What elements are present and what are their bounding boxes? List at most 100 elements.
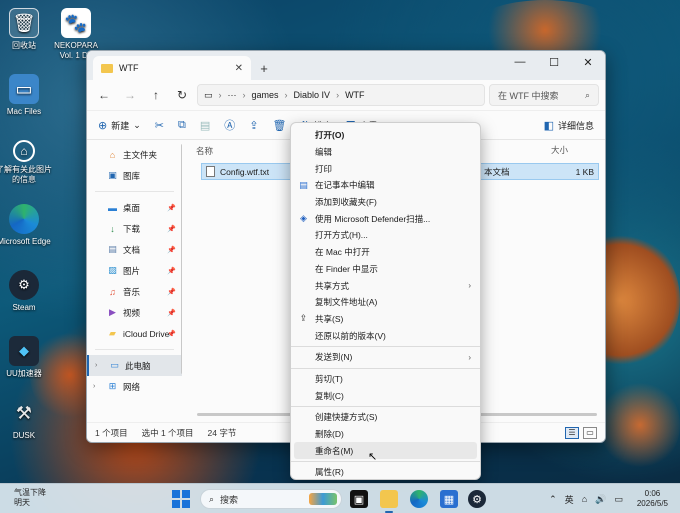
nav-label: iCloud Drive	[123, 328, 170, 339]
new-button[interactable]: ⊕ 新建 ⌄	[95, 114, 144, 136]
context-menu-item[interactable]: ⇪ 共享(S)	[291, 311, 480, 328]
ime-indicator[interactable]: 英	[565, 493, 574, 506]
divider	[95, 191, 174, 192]
store-taskbar-icon[interactable]: ▦	[440, 490, 458, 508]
desktop-icon-edge[interactable]: Microsoft Edge	[0, 204, 52, 247]
context-menu-item[interactable]: 添加到收藏夹(F)	[291, 194, 480, 211]
desktop-icon-mac-files[interactable]: ▭ Mac Files	[0, 74, 52, 117]
details-view-icon[interactable]: ☰	[565, 426, 579, 439]
menu-separator	[291, 406, 480, 407]
desktop-icon-steam[interactable]: ⚙ Steam	[0, 270, 52, 313]
address-bar[interactable]: ▭ › ··· › games › Diablo IV › WTF	[197, 84, 485, 106]
task-view-icon[interactable]: ▣	[350, 490, 368, 508]
nav-item-documents[interactable]: ▤ 文档 📌	[87, 239, 182, 260]
close-icon[interactable]: ✕	[571, 51, 605, 73]
context-menu-item[interactable]: 复制(C)	[291, 387, 480, 404]
context-menu-item[interactable]: 还原以前的版本(V)	[291, 327, 480, 344]
details-pane-button[interactable]: ◧ 详细信息	[541, 114, 597, 136]
nav-item-this-pc[interactable]: › ▭ 此电脑	[87, 355, 182, 376]
nav-item-videos[interactable]: ▶ 视频 📌	[87, 302, 182, 323]
share-button[interactable]: ⇪	[246, 114, 261, 136]
edge-taskbar-icon[interactable]	[410, 490, 428, 508]
cut-button[interactable]: ✂	[152, 114, 167, 136]
context-menu-item[interactable]: 打印	[291, 160, 480, 177]
menu-item-label: 使用 Microsoft Defender扫描...	[315, 213, 431, 224]
battery-icon[interactable]: ▭	[614, 494, 623, 505]
context-menu-item[interactable]: ◈ 使用 Microsoft Defender扫描...	[291, 210, 480, 227]
pin-icon: 📌	[167, 309, 176, 317]
breadcrumb-games[interactable]: games	[252, 90, 279, 100]
volume-icon[interactable]: 🔊	[595, 494, 606, 505]
pin-icon: 📌	[167, 288, 176, 296]
share-icon: ⇪	[249, 119, 259, 132]
context-menu-item[interactable]: 打开方式(H)...	[291, 227, 480, 244]
context-menu-item[interactable]: 编辑	[291, 144, 480, 161]
desktop-icon-recycle-bin[interactable]: 🗑 回收站	[0, 8, 52, 51]
chevron-right-icon[interactable]: ›	[93, 383, 95, 390]
search-input[interactable]: 在 WTF 中搜索 ⌕	[489, 84, 599, 106]
menu-item-label: 添加到收藏夹(F)	[315, 197, 377, 208]
home-icon: ⌂	[109, 149, 116, 160]
weather-widget[interactable]: 气温下降 明天	[14, 488, 46, 508]
pin-icon: 📌	[167, 267, 176, 275]
context-menu-item[interactable]: 在 Finder 中显示	[291, 261, 480, 278]
menu-separator	[291, 345, 480, 347]
context-menu-item[interactable]: ▤ 在记事本中编辑	[291, 177, 480, 194]
chevron-up-icon[interactable]: ⌃	[549, 494, 557, 505]
network-icon[interactable]: ⌂	[582, 494, 587, 504]
nav-item-gallery[interactable]: ▣ 图库	[87, 165, 182, 186]
context-menu-item[interactable]: 删除(D)	[291, 426, 480, 443]
forward-arrow-icon[interactable]: →	[119, 84, 141, 106]
nav-item-pictures[interactable]: ▨ 图片 📌	[87, 260, 182, 281]
copy-button[interactable]: ⧉	[175, 114, 189, 136]
desktop-icon-dusk[interactable]: ⚒ DUSK	[0, 398, 52, 441]
refresh-icon[interactable]: ↻	[171, 84, 193, 106]
maximize-icon[interactable]: ☐	[537, 51, 571, 73]
context-menu-item[interactable]: 属性(R)	[291, 464, 480, 481]
paste-button[interactable]: ▤	[197, 114, 213, 136]
context-menu-item[interactable]: 复制文件地址(A)	[291, 294, 480, 311]
context-menu-item[interactable]: 共享方式 ›	[291, 277, 480, 294]
menu-item-label: 剪切(T)	[315, 373, 343, 384]
up-arrow-icon[interactable]: ↑	[145, 84, 167, 106]
menu-separator	[291, 367, 480, 369]
nav-item-downloads[interactable]: ↓ 下载 📌	[87, 218, 182, 239]
clock[interactable]: 0:06 2026/5/5	[637, 489, 668, 509]
context-menu-item[interactable]: 创建快捷方式(S)	[291, 409, 480, 426]
breadcrumb-wtf[interactable]: WTF	[345, 90, 365, 100]
desktop-icon-spotlight-info[interactable]: ⌂ 了解有关此图片的信息	[0, 140, 52, 185]
tab-wtf[interactable]: WTF ✕	[93, 56, 251, 80]
taskbar-search[interactable]: ⌕ 搜索	[200, 489, 342, 509]
context-menu-item[interactable]: 剪切(T)	[291, 371, 480, 388]
minimize-icon[interactable]: —	[503, 51, 537, 73]
context-menu-item[interactable]: 重命名(M)	[294, 442, 477, 460]
new-tab-button[interactable]: +	[251, 56, 277, 80]
file-explorer-taskbar-icon[interactable]	[380, 490, 398, 508]
chevron-right-icon[interactable]: ›	[95, 362, 97, 369]
context-menu-item[interactable]: 发送到(N) ›	[291, 349, 480, 366]
breadcrumb-more[interactable]: ···	[228, 90, 237, 100]
nav-item-desktop[interactable]: ▬ 桌面 📌	[87, 197, 182, 218]
delete-button[interactable]: 🗑	[269, 114, 289, 136]
rename-button[interactable]: Ⓐ	[221, 114, 238, 136]
file-type: 本文档	[484, 166, 510, 177]
nav-item-home[interactable]: ⌂ 主文件夹	[87, 144, 182, 165]
steam-taskbar-icon[interactable]: ⚙	[468, 490, 486, 508]
navigation-pane: ⌂ 主文件夹 ▣ 图库 ▬ 桌面 📌 ↓ 下载 📌 ▤ 文档 📌 ▨ 图片 📌 …	[87, 140, 182, 422]
close-tab-icon[interactable]: ✕	[235, 63, 243, 74]
back-arrow-icon[interactable]: ←	[93, 84, 115, 106]
desktop-icon-uu[interactable]: ◆ UU加速器	[0, 336, 52, 379]
context-menu-item[interactable]: 打开(O)	[291, 127, 480, 144]
pc-icon: ▭	[110, 360, 119, 370]
context-menu-item[interactable]: 在 Mac 中打开	[291, 244, 480, 261]
start-button[interactable]	[172, 490, 190, 508]
nav-item-icloud[interactable]: ▰ iCloud Drive 📌	[87, 323, 182, 344]
divider	[95, 349, 174, 350]
document-icon: ▤	[108, 244, 117, 254]
nav-item-network[interactable]: › ⊞ 网络	[87, 376, 182, 397]
chevron-right-icon: ›	[284, 90, 288, 100]
nav-item-music[interactable]: ♫ 音乐 📌	[87, 281, 182, 302]
column-size[interactable]: 大小	[551, 144, 568, 156]
tiles-view-icon[interactable]: ▭	[583, 426, 597, 439]
breadcrumb-diablo-iv[interactable]: Diablo IV	[294, 90, 331, 100]
